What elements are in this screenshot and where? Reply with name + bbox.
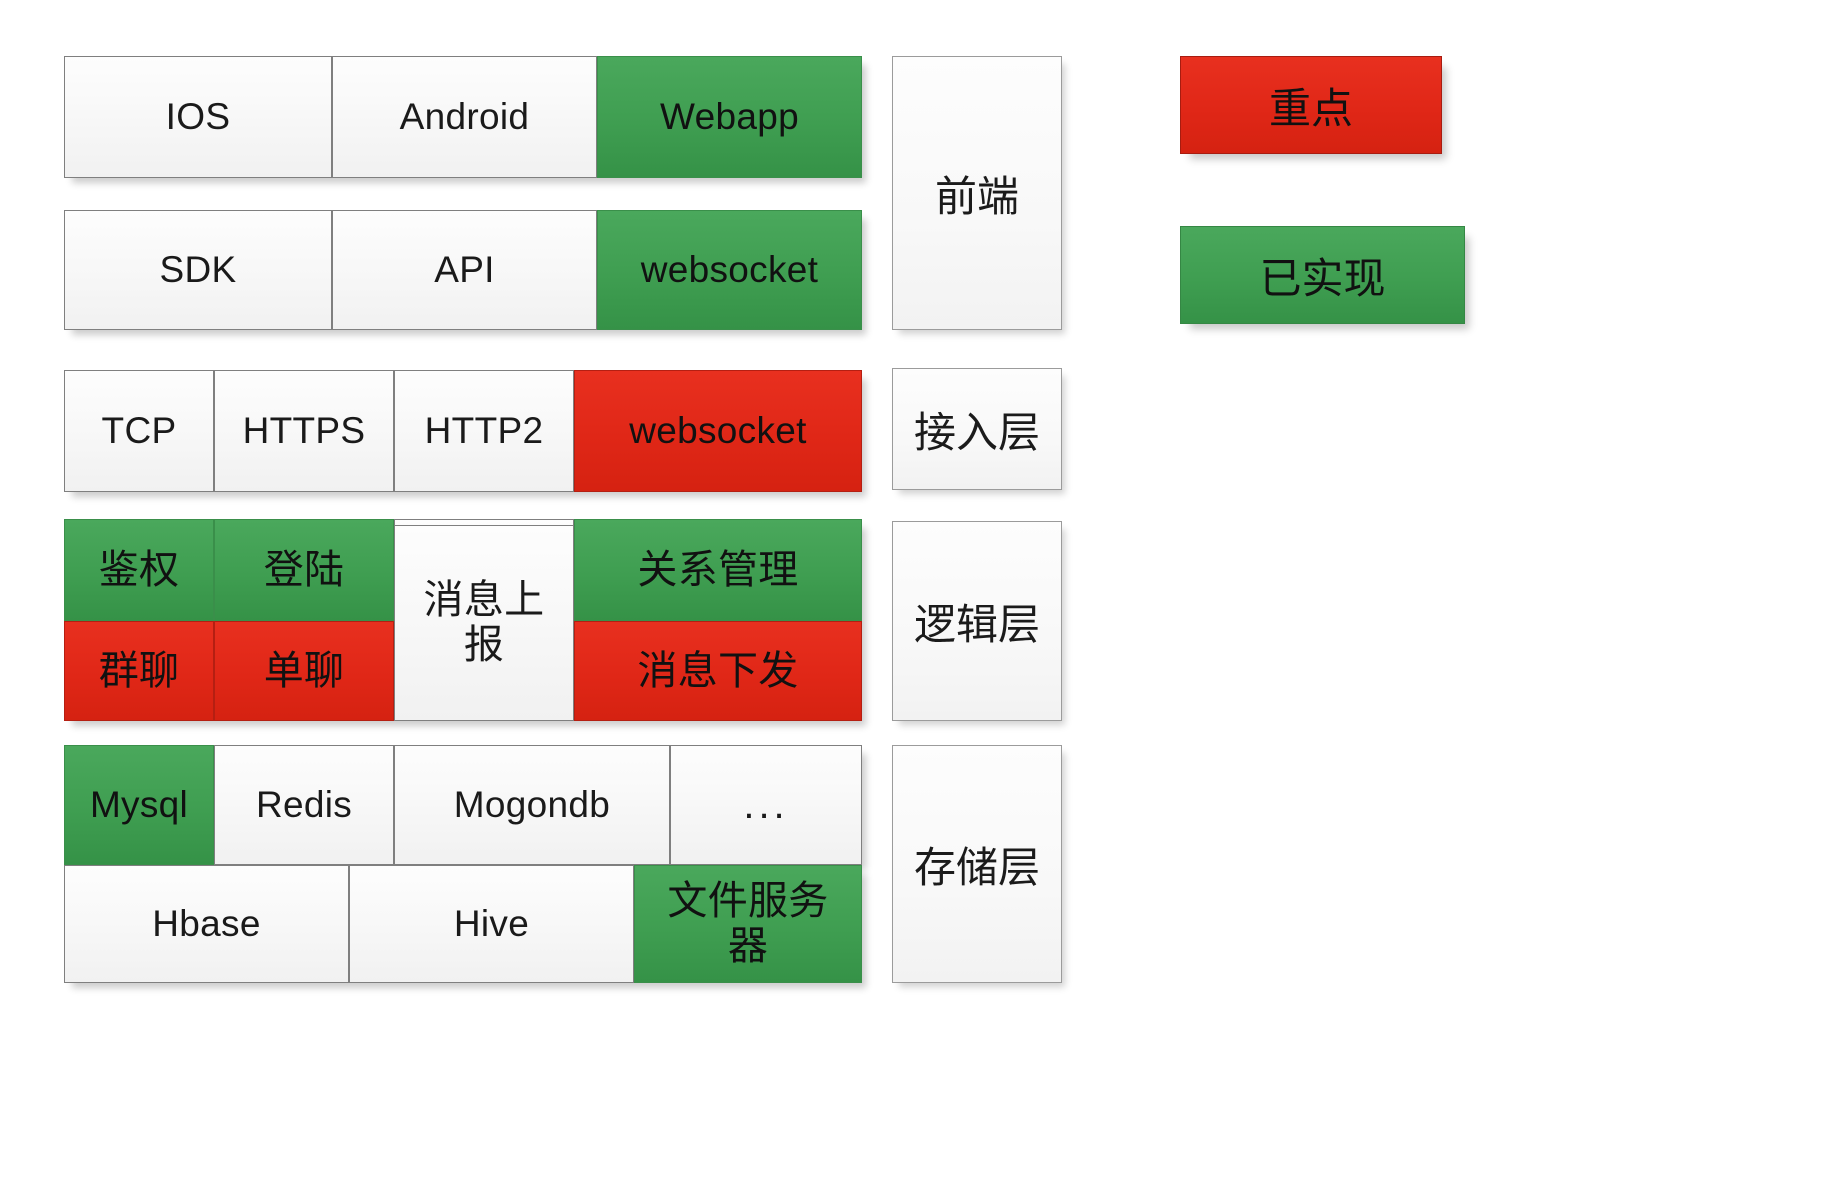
access-row-1: TCP HTTPS HTTP2 websocket bbox=[64, 370, 862, 492]
layer-label-storage: 存储层 bbox=[892, 745, 1062, 983]
cell-websocket-frontend[interactable]: websocket bbox=[597, 210, 862, 330]
legend-implemented: 已实现 bbox=[1180, 226, 1465, 324]
layer-label-access: 接入层 bbox=[892, 368, 1062, 490]
cell-mogondb[interactable]: Mogondb bbox=[394, 745, 670, 865]
layer-label-frontend: 前端 bbox=[892, 56, 1062, 330]
cell-websocket-access[interactable]: websocket bbox=[574, 370, 862, 492]
logic-rows: 鉴权 登陆 ... 关系管理 群聊 单聊 消息上报 消息下发 bbox=[64, 519, 862, 721]
cell-auth[interactable]: 鉴权 bbox=[64, 519, 214, 621]
cell-http2[interactable]: HTTP2 bbox=[394, 370, 574, 492]
cell-tcp[interactable]: TCP bbox=[64, 370, 214, 492]
layer-label-logic: 逻辑层 bbox=[892, 521, 1062, 721]
cell-webapp[interactable]: Webapp bbox=[597, 56, 862, 178]
cell-ios[interactable]: IOS bbox=[64, 56, 332, 178]
storage-row-2: Hbase Hive 文件服务器 bbox=[64, 865, 862, 983]
legend-key-focus: 重点 bbox=[1180, 56, 1442, 154]
cell-hbase[interactable]: Hbase bbox=[64, 865, 349, 983]
architecture-diagram: IOS Android Webapp SDK API websocket 前端 … bbox=[0, 0, 1848, 1184]
storage-row-1: Mysql Redis Mogondb ... bbox=[64, 745, 862, 865]
cell-message-push[interactable]: 消息下发 bbox=[574, 621, 862, 721]
frontend-row-2: SDK API websocket bbox=[64, 210, 862, 330]
cell-login[interactable]: 登陆 bbox=[214, 519, 394, 621]
cell-sdk[interactable]: SDK bbox=[64, 210, 332, 330]
cell-android[interactable]: Android bbox=[332, 56, 597, 178]
cell-file-server[interactable]: 文件服务器 bbox=[634, 865, 862, 983]
cell-message-upload[interactable]: 消息上报 bbox=[394, 525, 574, 721]
cell-mysql[interactable]: Mysql bbox=[64, 745, 214, 865]
cell-api[interactable]: API bbox=[332, 210, 597, 330]
cell-relationship-management[interactable]: 关系管理 bbox=[574, 519, 862, 621]
cell-single-chat[interactable]: 单聊 bbox=[214, 621, 394, 721]
cell-group-chat[interactable]: 群聊 bbox=[64, 621, 214, 721]
cell-redis[interactable]: Redis bbox=[214, 745, 394, 865]
cell-storage-ellipsis[interactable]: ... bbox=[670, 745, 862, 865]
cell-https[interactable]: HTTPS bbox=[214, 370, 394, 492]
frontend-row-1: IOS Android Webapp bbox=[64, 56, 862, 178]
cell-hive[interactable]: Hive bbox=[349, 865, 634, 983]
